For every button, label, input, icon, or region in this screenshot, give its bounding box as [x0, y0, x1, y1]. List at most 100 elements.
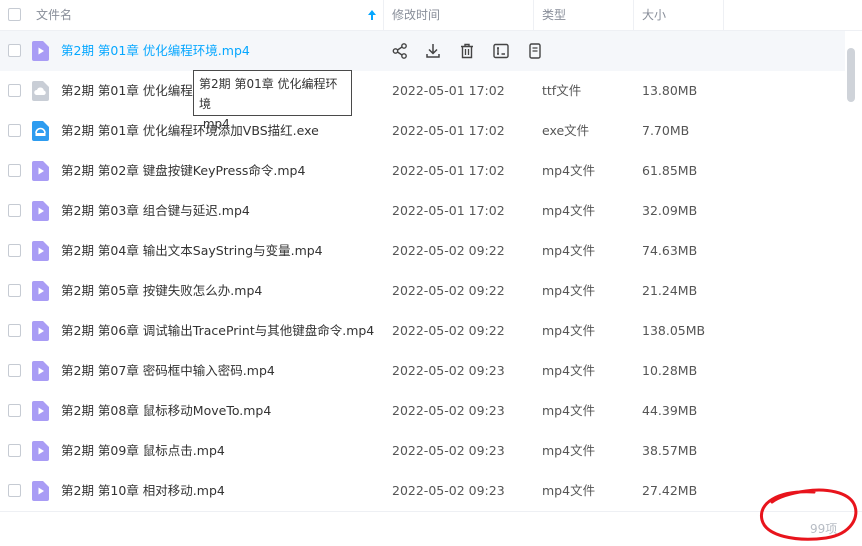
column-divider[interactable]	[723, 0, 724, 30]
file-type: mp4文件	[542, 163, 596, 178]
file-date: 2022-05-01 17:02	[392, 123, 505, 138]
table-row[interactable]: 第2期 第01章 优化编程环境.mp4	[0, 31, 845, 71]
file-name[interactable]: 第2期 第01章 优化编程环境.mp4	[61, 31, 250, 71]
column-header-size[interactable]: 大小	[642, 0, 666, 30]
file-size: 10.28MB	[642, 363, 698, 378]
file-type: mp4文件	[542, 243, 596, 258]
share-icon[interactable]	[390, 41, 410, 61]
row-checkbox[interactable]	[8, 404, 21, 417]
video-file-icon	[32, 481, 49, 501]
select-all-checkbox[interactable]	[8, 8, 21, 21]
row-checkbox[interactable]	[8, 164, 21, 177]
file-type: mp4文件	[542, 323, 596, 338]
column-header-type[interactable]: 类型	[542, 0, 566, 30]
exe-file-icon	[32, 121, 49, 141]
file-size: 61.85MB	[642, 163, 698, 178]
file-date: 2022-05-02 09:23	[392, 443, 505, 458]
file-size: 13.80MB	[642, 83, 698, 98]
file-list-footer: 99项	[0, 511, 862, 546]
file-list-header: 文件名 修改时间 类型 大小	[0, 0, 862, 31]
video-file-icon	[32, 441, 49, 461]
video-file-icon	[32, 41, 49, 61]
file-size: 7.70MB	[642, 123, 690, 138]
row-checkbox[interactable]	[8, 364, 21, 377]
table-row[interactable]: 第2期 第01章 优化编程环 2022-05-01 17:02 ttf文件 13…	[0, 71, 845, 111]
row-checkbox[interactable]	[8, 84, 21, 97]
file-date: 2022-05-01 17:02	[392, 83, 505, 98]
file-name[interactable]: 第2期 第09章 鼠标点击.mp4	[61, 431, 225, 471]
file-type: mp4文件	[542, 203, 596, 218]
table-row[interactable]: 第2期 第05章 按键失败怎么办.mp4 2022-05-02 09:22 mp…	[0, 271, 845, 311]
file-type: mp4文件	[542, 363, 596, 378]
item-count: 99项	[810, 522, 838, 536]
file-type: mp4文件	[542, 483, 596, 498]
filename-tooltip: 第2期 第01章 优化编程环境 .mp4	[193, 70, 352, 131]
file-size: 21.24MB	[642, 283, 698, 298]
sort-ascending-icon[interactable]	[366, 8, 378, 22]
file-name[interactable]: 第2期 第04章 输出文本SayString与变量.mp4	[61, 231, 323, 271]
table-row[interactable]: 第2期 第02章 键盘按键KeyPress命令.mp4 2022-05-01 1…	[0, 151, 845, 191]
file-size: 138.05MB	[642, 323, 706, 338]
download-icon[interactable]	[423, 41, 443, 61]
column-divider[interactable]	[383, 0, 384, 30]
table-row[interactable]: 第2期 第03章 组合键与延迟.mp4 2022-05-01 17:02 mp4…	[0, 191, 845, 231]
row-checkbox[interactable]	[8, 124, 21, 137]
file-type: ttf文件	[542, 83, 582, 98]
table-row[interactable]: 第2期 第07章 密码框中输入密码.mp4 2022-05-02 09:23 m…	[0, 351, 845, 391]
table-row[interactable]: 第2期 第01章 优化编程环境添加VBS描红.exe 2022-05-01 17…	[0, 111, 845, 151]
row-checkbox[interactable]	[8, 44, 21, 57]
file-size: 27.42MB	[642, 483, 698, 498]
file-size: 44.39MB	[642, 403, 698, 418]
rename-icon[interactable]	[491, 41, 511, 61]
file-date: 2022-05-02 09:22	[392, 323, 505, 338]
scrollbar-thumb[interactable]	[847, 48, 855, 102]
delete-icon[interactable]	[457, 41, 477, 61]
video-file-icon	[32, 281, 49, 301]
tooltip-line: .mp4	[199, 117, 230, 131]
row-checkbox[interactable]	[8, 444, 21, 457]
file-date: 2022-05-02 09:22	[392, 283, 505, 298]
file-name[interactable]: 第2期 第08章 鼠标移动MoveTo.mp4	[61, 391, 271, 431]
column-divider[interactable]	[533, 0, 534, 30]
row-checkbox[interactable]	[8, 244, 21, 257]
file-list: 第2期 第01章 优化编程环境 .mp4 第2期 第01章 优化编程环 2022-…	[0, 31, 845, 511]
video-file-icon	[32, 241, 49, 261]
file-name[interactable]: 第2期 第03章 组合键与延迟.mp4	[61, 191, 250, 231]
file-date: 2022-05-02 09:23	[392, 483, 505, 498]
file-type: exe文件	[542, 123, 590, 138]
row-checkbox[interactable]	[8, 324, 21, 337]
video-file-icon	[32, 161, 49, 181]
table-row[interactable]: 第2期 第10章 相对移动.mp4 2022-05-02 09:23 mp4文件…	[0, 471, 845, 511]
file-name[interactable]: 第2期 第07章 密码框中输入密码.mp4	[61, 351, 275, 391]
tooltip-line: 第2期 第01章 优化编程环境	[199, 77, 338, 111]
table-row[interactable]: 第2期 第06章 调试输出TracePrint与其他键盘命令.mp4 2022-…	[0, 311, 845, 351]
row-checkbox[interactable]	[8, 284, 21, 297]
column-header-name[interactable]: 文件名	[36, 0, 72, 30]
file-date: 2022-05-01 17:02	[392, 203, 505, 218]
cloud-file-icon	[32, 81, 49, 101]
file-name[interactable]: 第2期 第05章 按键失败怎么办.mp4	[61, 271, 262, 311]
file-name[interactable]: 第2期 第02章 键盘按键KeyPress命令.mp4	[61, 151, 305, 191]
file-date: 2022-05-01 17:02	[392, 163, 505, 178]
file-name[interactable]: 第2期 第06章 调试输出TracePrint与其他键盘命令.mp4	[61, 311, 374, 351]
table-row[interactable]: 第2期 第09章 鼠标点击.mp4 2022-05-02 09:23 mp4文件…	[0, 431, 845, 471]
file-type: mp4文件	[542, 283, 596, 298]
column-divider[interactable]	[633, 0, 634, 30]
video-file-icon	[32, 321, 49, 341]
column-header-date[interactable]: 修改时间	[392, 0, 440, 30]
file-name[interactable]: 第2期 第10章 相对移动.mp4	[61, 471, 225, 511]
table-row[interactable]: 第2期 第04章 输出文本SayString与变量.mp4 2022-05-02…	[0, 231, 845, 271]
file-type: mp4文件	[542, 443, 596, 458]
file-size: 74.63MB	[642, 243, 698, 258]
video-file-icon	[32, 201, 49, 221]
file-size: 38.57MB	[642, 443, 698, 458]
file-name[interactable]: 第2期 第01章 优化编程环	[61, 71, 205, 111]
video-file-icon	[32, 401, 49, 421]
row-checkbox[interactable]	[8, 484, 21, 497]
table-row[interactable]: 第2期 第08章 鼠标移动MoveTo.mp4 2022-05-02 09:23…	[0, 391, 845, 431]
file-type: mp4文件	[542, 403, 596, 418]
more-icon[interactable]	[525, 41, 545, 61]
file-date: 2022-05-02 09:23	[392, 363, 505, 378]
scrollbar-track[interactable]	[845, 31, 862, 511]
row-checkbox[interactable]	[8, 204, 21, 217]
